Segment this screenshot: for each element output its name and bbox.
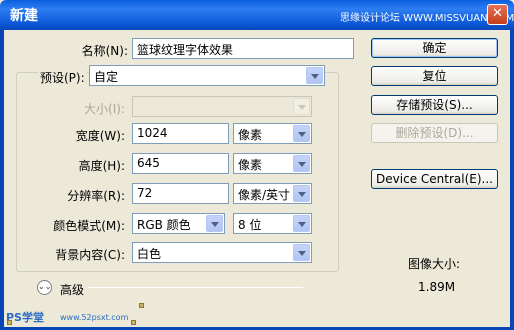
height-unit-value: 像素: [238, 158, 263, 172]
chevron-down-icon[interactable]: [293, 185, 310, 202]
resize-grip: [139, 303, 144, 308]
title-bar[interactable]: 新建 思缘设计论坛 WWW.MISSVUAN.COM ✕: [0, 0, 514, 30]
image-size-label: 图像大小:: [408, 257, 461, 271]
resize-grip: [131, 320, 136, 325]
background-value: 白色: [137, 247, 162, 261]
image-size-value: 1.89M: [418, 280, 456, 294]
name-input[interactable]: 篮球纹理字体效果: [132, 38, 354, 59]
chevron-down-icon[interactable]: [206, 215, 223, 232]
width-unit-value: 像素: [238, 128, 263, 142]
chevron-down-icon[interactable]: [293, 244, 310, 261]
width-unit-select[interactable]: 像素: [233, 123, 312, 144]
close-button[interactable]: ✕: [487, 4, 508, 25]
device-central-button[interactable]: Device Central(E)...: [371, 169, 498, 189]
size-select[interactable]: [132, 96, 312, 117]
reset-button[interactable]: 复位: [371, 66, 498, 86]
resolution-unit-value: 像素/英寸: [238, 188, 291, 202]
chevron-down-icon[interactable]: [293, 125, 310, 142]
background-label: 背景内容(C):: [55, 248, 125, 262]
chevron-down-icon[interactable]: [293, 215, 310, 232]
resolution-unit-select[interactable]: 像素/英寸: [233, 183, 312, 204]
close-icon: ✕: [492, 6, 503, 21]
bit-depth-select[interactable]: 8 位: [233, 213, 312, 234]
ok-button[interactable]: 确定: [371, 38, 498, 58]
delete-preset-button[interactable]: 删除预设(D)...: [371, 123, 498, 143]
width-label: 宽度(W):: [75, 129, 125, 143]
resolution-label: 分辨率(R):: [67, 189, 125, 203]
resolution-input[interactable]: 72: [132, 183, 229, 204]
chevron-down-icon: [293, 98, 310, 115]
chevron-down-icon[interactable]: [306, 67, 323, 84]
preset-label: 预设(P):: [38, 69, 87, 86]
width-input[interactable]: 1024: [132, 123, 229, 144]
resize-grip: [7, 320, 12, 325]
color-mode-value: RGB 颜色: [137, 218, 191, 232]
site-watermark: www.52psxt.com: [60, 313, 129, 322]
advanced-divider: [88, 287, 303, 288]
height-label: 高度(H):: [78, 159, 125, 173]
preset-select[interactable]: 自定: [89, 65, 325, 86]
color-mode-select[interactable]: RGB 颜色: [132, 213, 225, 234]
advanced-label[interactable]: 高级: [60, 281, 84, 298]
size-label: 大小(I):: [84, 102, 125, 116]
height-unit-select[interactable]: 像素: [233, 153, 312, 174]
save-preset-button[interactable]: 存储预设(S)...: [371, 95, 498, 115]
background-select[interactable]: 白色: [132, 242, 312, 263]
height-input[interactable]: 645: [132, 153, 229, 174]
preset-value: 自定: [94, 70, 119, 84]
double-chevron-down-icon[interactable]: ⌄⌄: [37, 280, 52, 295]
window-title: 新建: [10, 8, 38, 24]
chevron-down-icon[interactable]: [293, 155, 310, 172]
name-label: 名称(N):: [81, 44, 128, 58]
color-mode-label: 颜色模式(M):: [53, 219, 125, 233]
bit-depth-value: 8 位: [238, 218, 262, 232]
